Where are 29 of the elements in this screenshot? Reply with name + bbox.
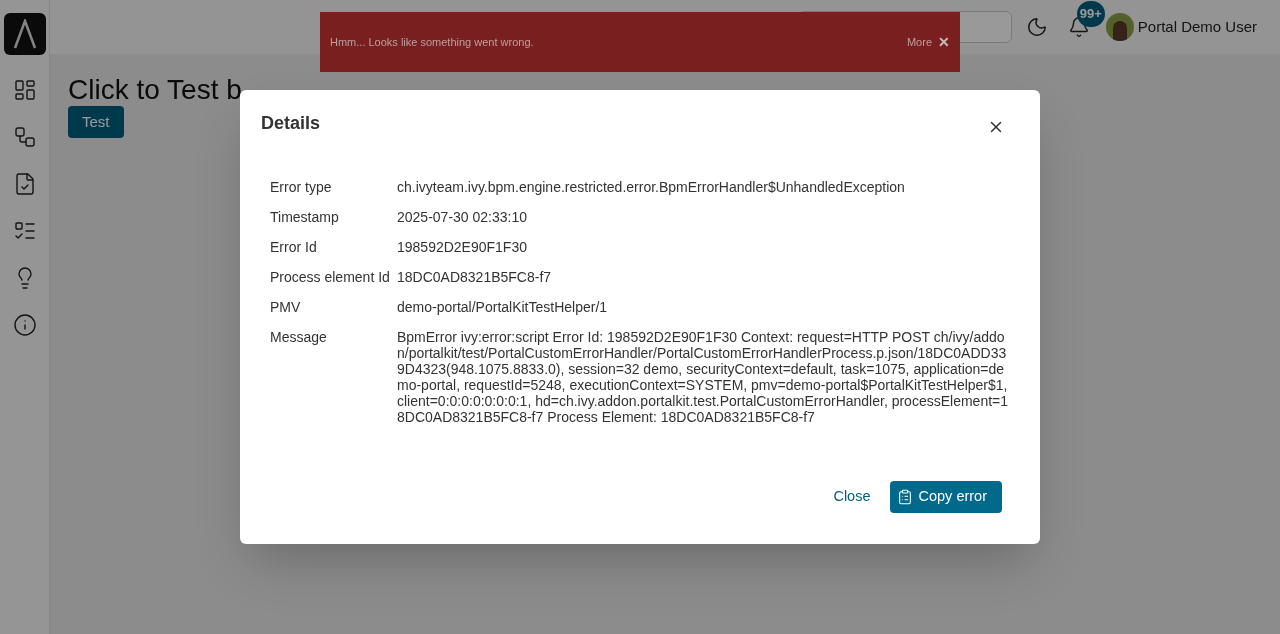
more-link[interactable]: More [906,33,932,51]
field-label: Error Id [270,238,318,257]
toast-close-button[interactable]: ✕ [938,31,950,53]
field-value: ch.ivyteam.ivy.bpm.engine.restricted.error.BpmErrorHandler$UnhandledException [397,178,906,197]
dialog-title: Details [261,112,321,135]
process-tree-icon[interactable] [12,125,37,149]
app-logo-icon[interactable] [3,13,46,55]
toast-message: Hmm... Looks like something went wrong. [330,34,535,50]
field-value: demo-portal/PortalKitTestHelper/1 [397,298,609,317]
moon-icon[interactable] [1025,16,1048,38]
field-label: Timestamp [270,208,340,227]
field-label: Error type [270,178,333,197]
field-value: 2025-07-30 02:33:10 [397,208,528,227]
field-value: BpmError ivy:error:script Error Id: 198592D2E90F1F30 Context: request=HTTP POST ch/ivy/addon/portalkit/test/PortalCustomErrorHandler/PortalCustomErrorHandlerProcess.p.json/18DC0ADD339D4323(948.1075.8833.0), session=32 demo, securityContext=default, task=1075, application=demo-portal, requestId=5248, executionContext=SYSTEM, pmv=demo-portal$PortalKitTestHelper$1, client=0:0:0:0:0:0:0:1, hd=ch.ivy.addon.portalkit.test.PortalCustomErrorHandler, processElement=18DC0AD8321B5FC8-f7 Process Element: 18DC0AD8321B5FC8-f7 [397,328,1009,425]
notification-badge: 99+ [1076,1,1105,27]
copy-error-button[interactable]: Copy error [889,481,1002,513]
close-button[interactable]: Close [829,486,875,508]
test-button[interactable]: Test [68,106,124,138]
field-value: 18DC0AD8321B5FC8-f7 [397,268,553,287]
field-label: Message [270,328,328,347]
clipboard-icon [896,489,913,505]
user-avatar[interactable] [1105,13,1134,41]
dashboard-icon[interactable] [12,78,37,102]
page-heading: Click to Test b [68,74,243,106]
user-name[interactable]: Portal Demo User [1137,15,1257,39]
field-label: PMV [270,298,302,317]
info-icon[interactable] [12,313,37,337]
field-label: Process element Id [270,268,391,287]
field-value: 198592D2E90F1F30 [397,238,528,257]
